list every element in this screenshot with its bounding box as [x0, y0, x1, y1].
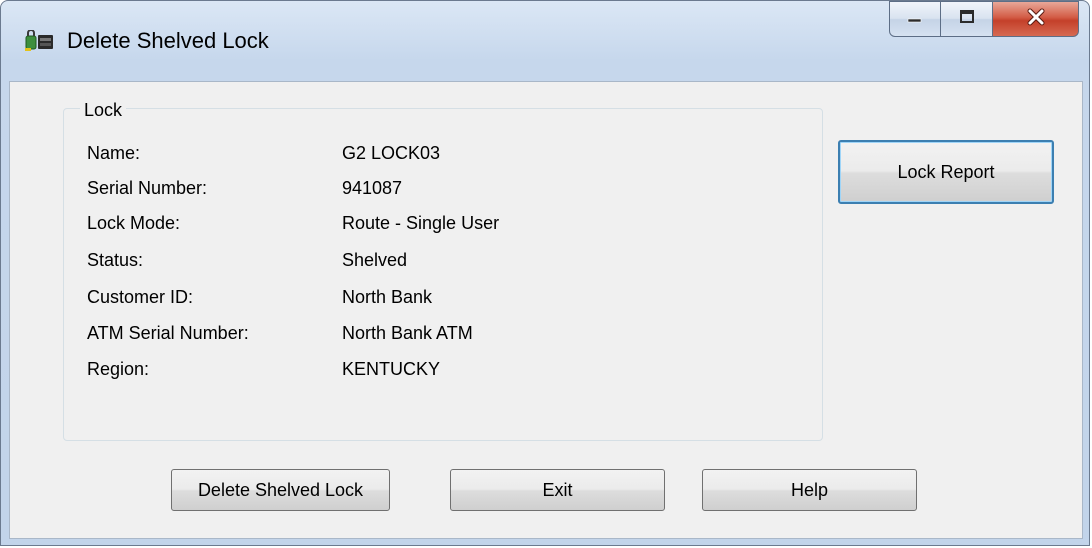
caption-buttons — [889, 1, 1079, 41]
lock-mode-value: Route - Single User — [342, 213, 500, 233]
minimize-button[interactable] — [889, 1, 941, 37]
name-value: G2 LOCK03 — [342, 143, 441, 163]
maximize-button[interactable] — [941, 1, 993, 37]
minimize-icon — [905, 10, 925, 29]
lock-groupbox — [63, 108, 823, 441]
status-value: Shelved — [342, 250, 408, 270]
close-button[interactable] — [993, 1, 1079, 37]
atm-serial-number-value: North Bank ATM — [342, 323, 473, 343]
customer-id-value: North Bank — [342, 287, 433, 307]
region-label: Region: — [87, 359, 150, 379]
delete-shelved-lock-button[interactable]: Delete Shelved Lock — [171, 469, 390, 511]
lock-groupbox-legend: Lock — [80, 100, 127, 121]
maximize-icon — [957, 8, 977, 31]
customer-id-label: Customer ID: — [87, 287, 194, 307]
status-label: Status: — [87, 250, 144, 270]
help-button[interactable]: Help — [702, 469, 917, 511]
window-title: Delete Shelved Lock — [67, 28, 269, 53]
serial-number-value: 941087 — [342, 178, 403, 198]
exit-button[interactable]: Exit — [450, 469, 665, 511]
close-icon — [1025, 7, 1047, 32]
name-label: Name: — [87, 143, 141, 163]
region-value: KENTUCKY — [342, 359, 441, 379]
dialog-window: Delete Shelved Lock Lock Name: G2 LOCK03… — [0, 0, 1090, 546]
serial-number-label: Serial Number: — [87, 178, 208, 198]
lock-app-icon — [25, 29, 55, 52]
title-bar[interactable]: Delete Shelved Lock — [1, 1, 1089, 81]
dialog-client-area: Lock Name: G2 LOCK03 Serial Number: 9410… — [9, 81, 1083, 539]
atm-serial-number-label: ATM Serial Number: — [87, 323, 249, 343]
lock-mode-label: Lock Mode: — [87, 213, 181, 233]
lock-report-button[interactable]: Lock Report — [838, 140, 1054, 204]
